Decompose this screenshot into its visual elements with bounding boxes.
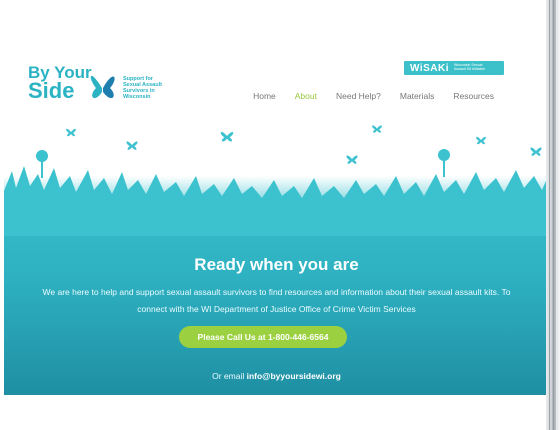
hero-body-text: We are here to help and support sexual a… bbox=[42, 287, 511, 314]
tagline-line: Wisconsin bbox=[123, 94, 151, 100]
logo-text: By Your Side bbox=[28, 64, 92, 103]
browser-viewport: By Your Side Support for Sexual Assault … bbox=[4, 58, 549, 395]
wisaki-badge[interactable]: WiSAKi Wisconsin Sexual Assault Kit Init… bbox=[404, 61, 504, 75]
hero-headline: Ready when you are bbox=[194, 255, 359, 274]
butterfly-icon bbox=[530, 147, 542, 156]
butterfly-icon bbox=[372, 125, 382, 133]
butterfly-icon bbox=[476, 136, 486, 145]
nav-item-need-help[interactable]: Need Help? bbox=[336, 91, 381, 101]
email-prefix: Or email bbox=[212, 371, 247, 381]
butterfly-icon bbox=[126, 141, 138, 150]
site-header: By Your Side Support for Sexual Assault … bbox=[4, 58, 549, 116]
wisaki-subtitle: Wisconsin Sexual Assault Kit Initiative bbox=[454, 63, 485, 71]
nav-item-resources[interactable]: Resources bbox=[453, 91, 494, 101]
nav-item-about[interactable]: About bbox=[295, 91, 317, 101]
wisaki-subtitle-line: Assault Kit Initiative bbox=[454, 67, 486, 71]
edge-line bbox=[549, 0, 550, 430]
butterfly-icon bbox=[220, 131, 234, 142]
flower-icon bbox=[36, 150, 48, 178]
butterfly-icon bbox=[66, 128, 76, 137]
logo-line2: Side bbox=[28, 78, 75, 103]
site-logo[interactable]: By Your Side Support for Sexual Assault … bbox=[28, 64, 178, 108]
butterfly-icon bbox=[346, 155, 358, 164]
edge-line bbox=[555, 0, 556, 430]
flower-icon bbox=[438, 149, 450, 177]
nav-item-materials[interactable]: Materials bbox=[400, 91, 434, 101]
main-nav: Home About Need Help? Materials Resource… bbox=[234, 91, 494, 101]
call-us-button[interactable]: Please Call Us at 1-800-446-6564 bbox=[179, 326, 347, 348]
butterfly-icon bbox=[90, 75, 115, 99]
email-line: Or email info@byyoursidewi.org bbox=[4, 371, 549, 381]
window-edge bbox=[546, 0, 560, 430]
logo-tagline: Support for Sexual Assault Survivors in … bbox=[123, 76, 178, 100]
email-link[interactable]: info@byyoursidewi.org bbox=[247, 371, 341, 381]
nav-item-home[interactable]: Home bbox=[253, 91, 276, 101]
wisaki-name: WiSAKi bbox=[410, 63, 450, 74]
grass-silhouette bbox=[4, 116, 549, 236]
hero-section: Ready when you are We are here to help a… bbox=[4, 116, 549, 395]
